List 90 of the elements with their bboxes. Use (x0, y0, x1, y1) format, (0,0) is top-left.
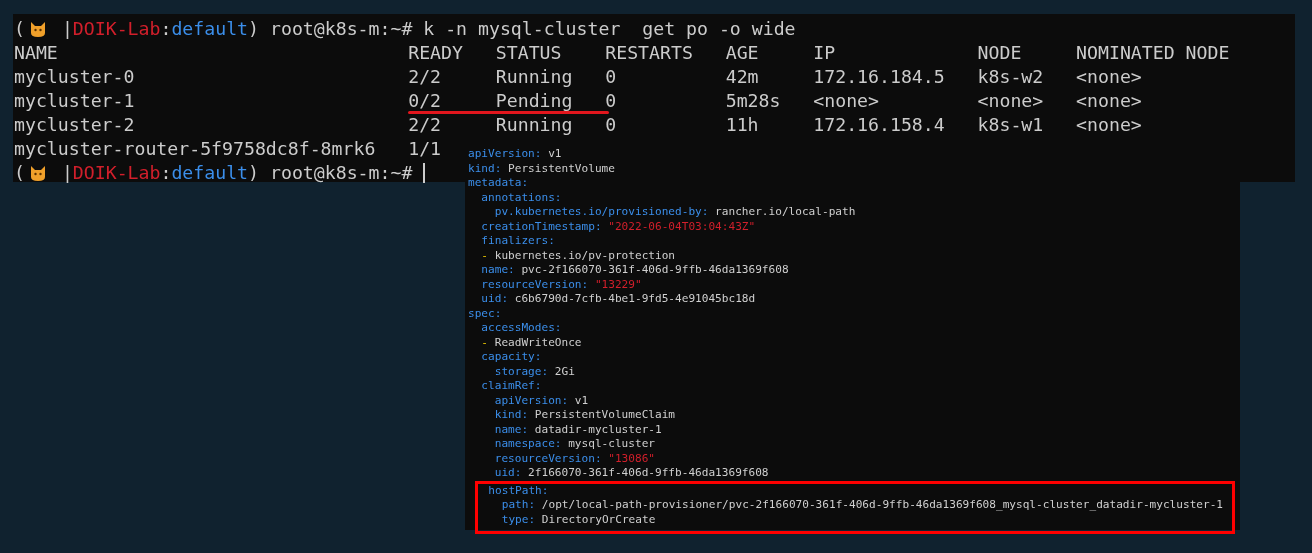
table-cell-text: Pending (495, 89, 574, 113)
column-header: STATUS (495, 41, 563, 65)
prompt-text: ( (14, 161, 25, 185)
table-cell-text: mycluster-0 (14, 65, 136, 89)
table-cell-text: mycluster-router-5f9758dc8f-8mrk6 (14, 137, 377, 161)
table-cell-text: 172.16.184.5 (813, 65, 946, 89)
yaml-value: c6b6790d-7cfb-4be1-9fd5-4e91045bc18d (514, 292, 756, 305)
prompt-text: | (60, 17, 73, 41)
context-name: DOIK-Lab (72, 17, 161, 41)
prompt-text: : (160, 161, 172, 185)
yaml-key: apiVersion: (494, 393, 569, 407)
yaml-key: kind: (468, 161, 502, 175)
prompt-text: ( (14, 17, 25, 41)
table-cell-text: 42m (725, 65, 760, 89)
yaml-key: apiVersion: (468, 147, 542, 160)
yaml-value: PersistentVolume (508, 161, 615, 175)
table-cell-text: <none> (813, 89, 880, 113)
column-header: NOMINATED NODE (1076, 41, 1231, 65)
yaml-value: DirectoryOrCreate (541, 512, 656, 526)
list-dash: - (481, 248, 489, 262)
table-cell-text: 0 (605, 65, 618, 89)
table-cell-text: 0 (605, 113, 618, 137)
table-cell-text: 172.16.158.4 (813, 113, 946, 137)
yaml-key: uid: (494, 466, 522, 479)
table-cell-text: <none> (1076, 113, 1143, 137)
table-cell-text: <none> (1076, 89, 1143, 113)
yaml-value: pvc-2f166070-361f-406d-9ffb-46da1369f608 (521, 263, 789, 276)
prompt-text: ) root@k8s-m:~# (248, 161, 413, 185)
column-header: RESTARTS (605, 41, 694, 65)
yaml-value: v1 (574, 393, 589, 407)
table-cell-text: Running (495, 65, 574, 89)
yaml-value: v1 (548, 147, 562, 160)
yaml-value: "13229" (594, 277, 642, 291)
table-cell-text: 0 (605, 89, 618, 113)
table-cell-text: k8s-w2 (977, 65, 1045, 89)
yaml-key: path: (501, 498, 536, 511)
yaml-key: accessModes: (481, 321, 562, 334)
yaml-value: 2Gi (554, 364, 575, 378)
table-cell-text: k8s-w1 (977, 113, 1045, 137)
context-name: DOIK-Lab (72, 161, 161, 185)
yaml-value: rancher.io/local-path (715, 205, 856, 218)
table-cell-text: 0/2 (408, 89, 443, 113)
yaml-key: storage: (494, 364, 549, 378)
yaml-key: annotations: (481, 190, 562, 204)
table-cell-text: mycluster-1 (14, 89, 136, 113)
table-cell-text: mycluster-2 (14, 113, 136, 137)
command-text: k -n mysql-cluster get po -o wide (423, 17, 796, 41)
table-cell-text: 11h (725, 113, 760, 137)
yaml-key: resourceVersion: (494, 451, 602, 465)
yaml-value: mysql-cluster (568, 437, 655, 450)
yaml-key: type: (501, 512, 536, 526)
yaml-key: metadata: (468, 176, 529, 189)
column-header: AGE (725, 41, 760, 65)
yaml-key: resourceVersion: (481, 277, 589, 291)
table-cell-text: 5m28s (725, 89, 782, 113)
yaml-key: hostPath: (488, 483, 549, 497)
yaml-value: kubernetes.io/pv-protection (494, 248, 676, 262)
yaml-key: pv.kubernetes.io/provisioned-by: (494, 205, 709, 218)
yaml-key: spec: (468, 306, 502, 320)
yaml-key: claimRef: (481, 379, 542, 392)
yaml-value: datadir-mycluster-1 (534, 422, 662, 436)
table-cell-text: Running (495, 113, 574, 137)
table-cell-text: 2/2 (408, 113, 443, 137)
yaml-key: finalizers: (481, 234, 555, 247)
column-header: READY (408, 41, 464, 65)
yaml-value: /opt/local-path-provisioner/pvc-2f166070-361f-406d-9ffb-46da1369f608_mysql-cluster_datadir-mycluster-1 (541, 498, 1224, 511)
list-dash: - (481, 335, 489, 349)
yaml-key: capacity: (481, 350, 542, 363)
prompt-text: | (60, 161, 73, 185)
prompt-text: : (160, 17, 172, 41)
yaml-value: PersistentVolumeClaim (534, 408, 676, 421)
yaml-value: 2f166070-361f-406d-9ffb-46da1369f608 (528, 466, 769, 479)
yaml-key: creationTimestamp: (481, 219, 602, 233)
yaml-key: namespace: (494, 437, 562, 450)
namespace-name: default (171, 161, 249, 185)
yaml-key: kind: (494, 408, 529, 421)
yaml-value: "13086" (608, 451, 655, 465)
yaml-key: uid: (481, 292, 509, 305)
yaml-value: ReadWriteOnce (494, 335, 582, 349)
table-cell-text: <none> (1076, 65, 1143, 89)
column-header: NODE (977, 41, 1023, 65)
yaml-key: name: (494, 422, 529, 436)
column-header: NAME (14, 41, 59, 65)
namespace-name: default (171, 17, 249, 41)
prompt-text: ) root@k8s-m:~# (248, 17, 413, 41)
yaml-value: "2022-06-04T03:04:43Z" (608, 219, 756, 233)
column-header: IP (813, 41, 837, 65)
table-cell-text: <none> (977, 89, 1045, 113)
table-cell-text: 2/2 (408, 65, 443, 89)
yaml-key: name: (481, 263, 515, 276)
